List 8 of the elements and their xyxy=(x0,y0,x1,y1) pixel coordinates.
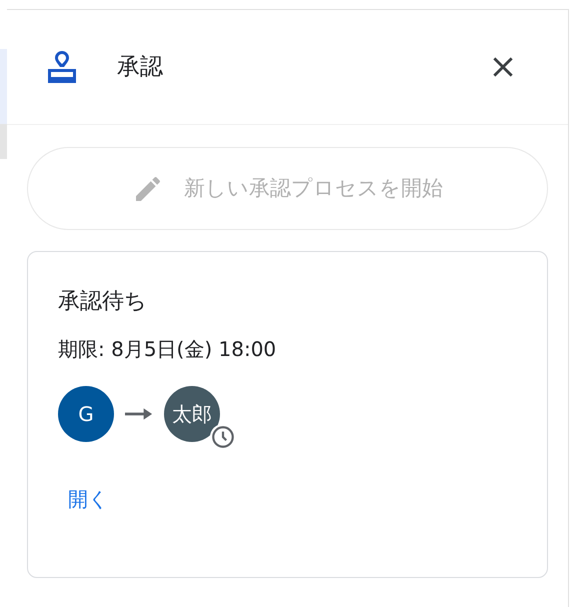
status-text: 承認待ち xyxy=(58,288,148,316)
stamp-icon xyxy=(47,49,77,85)
arrow-icon xyxy=(125,407,153,421)
deadline-text: 期限: 8月5日(金) 18:00 xyxy=(58,336,278,363)
panel-title: 承認 xyxy=(117,52,164,82)
open-link[interactable]: 開く xyxy=(68,484,108,514)
avatar: G xyxy=(58,386,114,442)
avatar: 太郎 xyxy=(164,386,220,442)
